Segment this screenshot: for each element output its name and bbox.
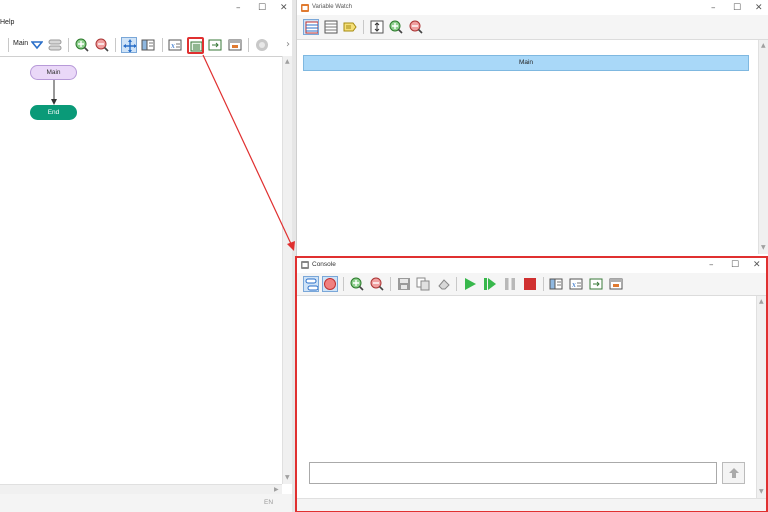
- zoom-in-icon[interactable]: [75, 38, 89, 52]
- main-window: – ☐ ✕ Help Main x › Main End ▲ ▼ ▶ EN: [0, 0, 292, 512]
- watch-tab-label: Main: [518, 59, 534, 66]
- canvas-vertical-scrollbar[interactable]: ▲ ▼: [282, 56, 292, 484]
- scroll-up-arrow-icon[interactable]: ▲: [759, 298, 764, 305]
- console-output: [297, 296, 756, 486]
- console-icon[interactable]: [609, 277, 623, 291]
- toolbar-separator: [68, 38, 69, 52]
- console-vertical-scrollbar[interactable]: ▲ ▼: [756, 296, 766, 498]
- console-toolbar: x: [297, 273, 766, 296]
- scroll-down-arrow-icon[interactable]: ▼: [285, 474, 290, 481]
- watch-tab-main[interactable]: Main: [303, 55, 749, 71]
- end-node-label: End: [47, 109, 60, 116]
- toolbar-overflow-icon[interactable]: ›: [286, 39, 290, 50]
- variable-watch-title: Variable Watch: [312, 4, 353, 10]
- zoom-out-icon[interactable]: [370, 277, 384, 291]
- scroll-up-arrow-icon[interactable]: ▲: [285, 58, 290, 65]
- output-icon[interactable]: [208, 38, 222, 52]
- scroll-down-arrow-icon[interactable]: ▼: [759, 488, 764, 495]
- console-window: Console – ☐ ✕ x ▲ ▼: [295, 256, 768, 512]
- minimize-button[interactable]: –: [711, 3, 716, 13]
- toolbar-separator: [390, 277, 391, 291]
- start-node[interactable]: Main: [30, 65, 77, 80]
- function-select-label: Main: [13, 40, 29, 47]
- start-node-label: Main: [46, 69, 61, 76]
- watch-vertical-scrollbar[interactable]: ▲ ▼: [758, 40, 768, 254]
- toolbar-separator: [162, 38, 163, 52]
- toolbar-separator: [115, 38, 116, 52]
- pause-icon[interactable]: [503, 277, 517, 291]
- app-icon: [301, 261, 309, 269]
- close-button[interactable]: ✕: [753, 260, 761, 270]
- minimize-button[interactable]: –: [236, 3, 241, 13]
- end-node[interactable]: End: [30, 105, 77, 120]
- console-input[interactable]: [309, 462, 717, 484]
- close-button[interactable]: ✕: [755, 3, 763, 13]
- flowchart-canvas[interactable]: Main End: [0, 56, 282, 485]
- run-icon[interactable]: [463, 277, 477, 291]
- console-status-bar: [297, 498, 766, 511]
- zoom-out-icon[interactable]: [95, 38, 109, 52]
- toolbar-separator: [543, 277, 544, 291]
- zoom-out-icon[interactable]: [409, 20, 423, 34]
- toolbar-separator: [248, 38, 249, 52]
- move-icon[interactable]: [121, 37, 137, 53]
- record-icon[interactable]: [322, 276, 338, 292]
- toolbar: Main x ›: [0, 35, 292, 55]
- minimize-button[interactable]: –: [709, 260, 714, 270]
- split-view-icon[interactable]: [549, 277, 563, 291]
- toolbar-separator: [343, 277, 344, 291]
- flowchart-toggle-icon[interactable]: [303, 276, 319, 292]
- scroll-right-arrow-icon[interactable]: ▶: [274, 486, 279, 493]
- function-select[interactable]: Main: [13, 40, 28, 47]
- table-view-icon[interactable]: [303, 19, 319, 35]
- close-button[interactable]: ✕: [280, 3, 288, 13]
- copy-icon[interactable]: [416, 277, 430, 291]
- app-icon: [301, 4, 309, 12]
- eraser-icon[interactable]: [436, 277, 450, 291]
- toolbar-separator: [456, 277, 457, 291]
- toolbar-separator: [363, 20, 364, 34]
- variable-x-icon[interactable]: x: [168, 38, 182, 52]
- variable-watch-icon[interactable]: [187, 37, 204, 54]
- variables-icon[interactable]: [48, 38, 62, 52]
- canvas-horizontal-scrollbar[interactable]: ▶: [0, 484, 282, 494]
- fit-icon[interactable]: [370, 20, 384, 34]
- menu-help[interactable]: Help: [0, 19, 14, 26]
- status-bar: EN: [0, 494, 292, 512]
- disabled-run-icon[interactable]: [255, 38, 269, 52]
- step-icon[interactable]: [483, 277, 497, 291]
- svg-text:x: x: [171, 42, 175, 50]
- variable-x-icon[interactable]: x: [569, 277, 583, 291]
- maximize-button[interactable]: ☐: [733, 3, 741, 13]
- split-view-icon[interactable]: [141, 38, 155, 52]
- scroll-up-arrow-icon[interactable]: ▲: [761, 42, 766, 49]
- send-button[interactable]: [722, 462, 745, 484]
- stop-icon[interactable]: [523, 277, 537, 291]
- list-view-icon[interactable]: [324, 20, 338, 34]
- variable-watch-window: Variable Watch – ☐ ✕ Main ▲ ▼: [296, 0, 768, 256]
- console-title: Console: [312, 261, 336, 268]
- maximize-button[interactable]: ☐: [258, 3, 266, 13]
- flow-connector: [51, 80, 57, 105]
- zoom-in-icon[interactable]: [350, 277, 364, 291]
- up-arrow-icon: [729, 468, 739, 478]
- svg-text:x: x: [572, 281, 576, 289]
- scroll-down-arrow-icon[interactable]: ▼: [761, 244, 766, 251]
- output-icon[interactable]: [589, 277, 603, 291]
- watch-toolbar: [297, 15, 768, 40]
- console-icon[interactable]: [228, 38, 242, 52]
- dropdown-triangle-icon[interactable]: [31, 40, 43, 50]
- maximize-button[interactable]: ☐: [731, 260, 739, 270]
- zoom-in-icon[interactable]: [389, 20, 403, 34]
- toolbar-separator: [8, 38, 9, 52]
- save-icon[interactable]: [397, 277, 411, 291]
- language-indicator: EN: [264, 499, 274, 506]
- watch-tag-icon[interactable]: [343, 20, 357, 34]
